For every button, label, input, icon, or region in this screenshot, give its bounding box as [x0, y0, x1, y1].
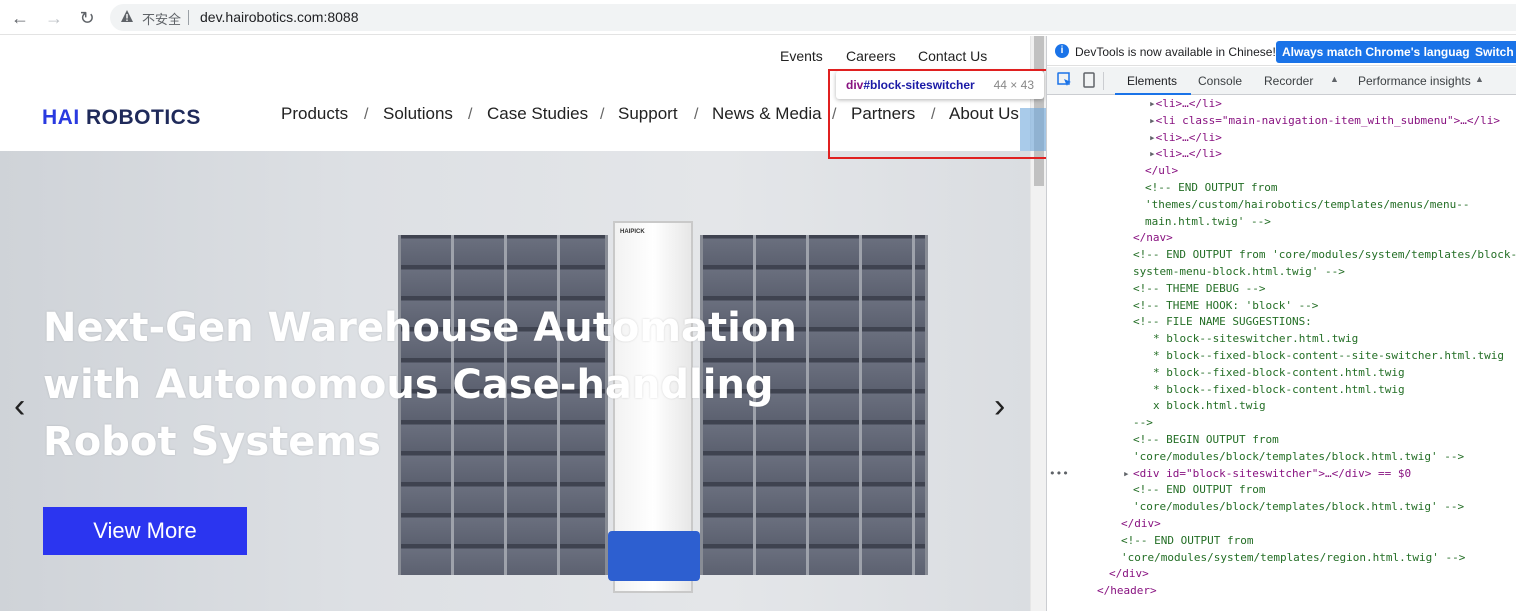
- hero-title-line: Robot Systems: [43, 419, 381, 465]
- tab-elements[interactable]: Elements: [1127, 74, 1177, 88]
- devtools-tabbar: Elements Console Recorder ▲ Performance …: [1047, 67, 1516, 95]
- expand-triangle-icon[interactable]: ▸: [1123, 466, 1130, 483]
- dom-comment[interactable]: system-menu-block.html.twig' -->: [1133, 264, 1345, 281]
- dom-comment[interactable]: * block--fixed-block-content--site-switc…: [1153, 348, 1504, 365]
- expand-triangle-icon[interactable]: ▸: [1149, 97, 1156, 110]
- dom-comment[interactable]: <!-- FILE NAME SUGGESTIONS:: [1133, 314, 1312, 331]
- tab-recorder[interactable]: Recorder: [1264, 74, 1313, 88]
- robot-label: HAIPICK: [620, 229, 645, 235]
- logo-robotics: ROBOTICS: [86, 106, 201, 129]
- url-text[interactable]: dev.hairobotics.com:8088: [200, 9, 359, 25]
- performance-flask-icon: ▲: [1475, 74, 1484, 84]
- info-icon: i: [1055, 44, 1069, 58]
- hero-title-line: Next-Gen Warehouse Automation: [43, 305, 797, 351]
- back-arrow-icon[interactable]: ←: [8, 6, 32, 30]
- hero-title-line: with Autonomous Case-handling: [43, 362, 774, 408]
- node-actions-dots[interactable]: •••: [1049, 466, 1069, 483]
- nav-news-media[interactable]: News & Media: [712, 104, 822, 124]
- nav-solutions[interactable]: Solutions: [383, 104, 453, 124]
- toolbar-divider: [1103, 72, 1104, 90]
- dom-comment[interactable]: <!-- END OUTPUT from: [1145, 180, 1277, 197]
- carousel-prev-icon[interactable]: ‹: [14, 389, 25, 423]
- inspect-element-icon[interactable]: [1057, 72, 1073, 88]
- dom-comment[interactable]: 'core/modules/block/templates/block.html…: [1133, 449, 1464, 466]
- banner-text: DevTools is now available in Chinese!: [1075, 45, 1276, 59]
- selected-node-text: <div id="block-siteswitcher">…</div> == …: [1133, 466, 1412, 480]
- dom-node[interactable]: ▸<li>…</li>: [1149, 96, 1222, 113]
- dom-node[interactable]: </div>: [1109, 566, 1149, 583]
- address-bar[interactable]: 不安全 dev.hairobotics.com:8088: [110, 4, 1516, 31]
- tab-console[interactable]: Console: [1198, 74, 1242, 88]
- expand-triangle-icon[interactable]: ▸: [1149, 114, 1156, 127]
- expand-triangle-icon[interactable]: ▸: [1149, 131, 1156, 144]
- nav-separator: /: [468, 106, 473, 123]
- active-tab-indicator: [1115, 93, 1191, 95]
- recorder-flask-icon: ▲: [1330, 74, 1339, 84]
- language-banner: i DevTools is now available in Chinese! …: [1047, 36, 1516, 66]
- dom-node[interactable]: </nav>: [1133, 230, 1173, 247]
- dom-comment[interactable]: <!-- THEME DEBUG -->: [1133, 281, 1265, 298]
- dom-comment[interactable]: <!-- THEME HOOK: 'block' -->: [1133, 298, 1318, 315]
- tab-performance-insights[interactable]: Performance insights: [1358, 74, 1471, 88]
- dom-node[interactable]: ▸<li>…</li>: [1149, 146, 1222, 163]
- dom-comment[interactable]: 'core/modules/system/templates/region.ht…: [1121, 550, 1465, 567]
- hero-banner: HAIPICK Next-Gen Warehouse Automation wi…: [0, 151, 1030, 611]
- dom-comment[interactable]: -->: [1133, 415, 1153, 432]
- dom-node[interactable]: </header>: [1097, 583, 1157, 600]
- dom-node[interactable]: ▸<li class="main-navigation-item_with_su…: [1149, 113, 1500, 130]
- devtools-panel: i DevTools is now available in Chinese! …: [1046, 36, 1516, 611]
- dom-node[interactable]: ▸<li>…</li>: [1149, 130, 1222, 147]
- carousel-next-icon[interactable]: ›: [994, 389, 1005, 423]
- top-link-careers[interactable]: Careers: [846, 48, 896, 64]
- forward-arrow-icon[interactable]: →: [42, 6, 66, 30]
- top-link-contact-us[interactable]: Contact Us: [918, 48, 987, 64]
- reload-icon[interactable]: ↻: [75, 6, 99, 30]
- browser-toolbar: ← → ↻ 不安全 dev.hairobotics.com:8088: [0, 0, 1516, 35]
- security-label[interactable]: 不安全: [142, 9, 181, 28]
- dom-comment[interactable]: <!-- END OUTPUT from: [1121, 533, 1253, 550]
- dom-comment[interactable]: <!-- BEGIN OUTPUT from: [1133, 432, 1279, 449]
- dom-comment[interactable]: x block.html.twig: [1153, 398, 1266, 415]
- dom-comment[interactable]: * block--fixed-block-content.html.twig: [1153, 382, 1405, 399]
- dom-comment[interactable]: <!-- END OUTPUT from 'core/modules/syste…: [1133, 247, 1516, 264]
- nav-products[interactable]: Products: [281, 104, 348, 124]
- view-more-button[interactable]: View More: [43, 507, 247, 555]
- logo-hai: HAI: [42, 106, 80, 129]
- always-match-language-button[interactable]: Always match Chrome's language: [1276, 41, 1483, 63]
- robot-base: [608, 531, 700, 581]
- site-logo[interactable]: HAI ROBOTICS: [42, 106, 201, 130]
- nav-separator: /: [600, 106, 605, 123]
- dom-comment[interactable]: * block--fixed-block-content.html.twig: [1153, 365, 1405, 382]
- nav-separator: /: [364, 106, 369, 123]
- device-toolbar-icon[interactable]: [1081, 72, 1097, 88]
- nav-separator: /: [694, 106, 699, 123]
- expand-triangle-icon[interactable]: ▸: [1149, 147, 1156, 160]
- dom-comment[interactable]: 'core/modules/block/templates/block.html…: [1133, 499, 1464, 516]
- dom-node[interactable]: </div>: [1121, 516, 1161, 533]
- dom-comment[interactable]: * block--siteswitcher.html.twig: [1153, 331, 1358, 348]
- top-link-events[interactable]: Events: [780, 48, 823, 64]
- dom-comment[interactable]: main.html.twig' -->: [1145, 214, 1271, 231]
- dom-comment[interactable]: 'themes/custom/hairobotics/templates/men…: [1145, 197, 1470, 214]
- nav-case-studies[interactable]: Case Studies: [487, 104, 588, 124]
- hero-title: Next-Gen Warehouse Automation with Auton…: [43, 300, 803, 471]
- dom-node[interactable]: </ul>: [1145, 163, 1178, 180]
- switch-language-button[interactable]: Switch D: [1469, 41, 1516, 63]
- nav-support[interactable]: Support: [618, 104, 678, 124]
- warning-icon[interactable]: [120, 9, 134, 23]
- dom-comment[interactable]: <!-- END OUTPUT from: [1133, 482, 1265, 499]
- omnibox-divider: [188, 10, 189, 25]
